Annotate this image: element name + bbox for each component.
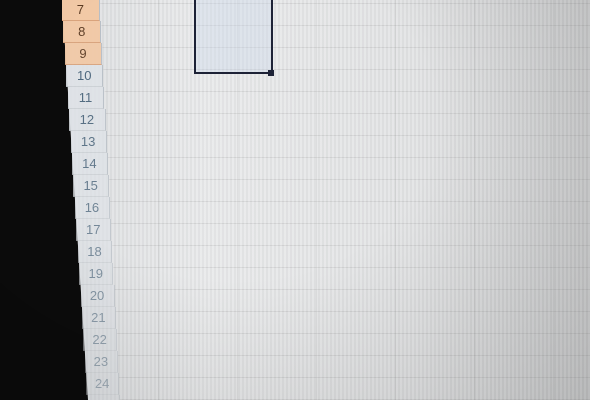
row-header-16[interactable]: 16 [74, 197, 111, 219]
row-header-10[interactable]: 10 [66, 65, 104, 87]
row-header-11[interactable]: 11 [67, 87, 105, 109]
row-header-23[interactable]: 23 [84, 351, 118, 373]
row-header-17[interactable]: 17 [76, 219, 112, 241]
row-header-14[interactable]: 14 [71, 153, 108, 175]
row-header-9[interactable]: 9 [64, 43, 103, 65]
row-header-21[interactable]: 21 [81, 307, 116, 329]
row-header-13[interactable]: 13 [70, 131, 107, 153]
row-header-22[interactable]: 22 [83, 329, 117, 351]
row-header-12[interactable]: 12 [69, 109, 106, 131]
row-header-15[interactable]: 15 [73, 175, 109, 197]
row-header-8[interactable]: 8 [63, 21, 102, 43]
selected-cell-range[interactable] [194, 0, 273, 74]
row-header-7[interactable]: 7 [61, 0, 100, 21]
row-header-19[interactable]: 19 [79, 263, 114, 285]
row-header-18[interactable]: 18 [77, 241, 113, 263]
row-header-column: 7 8 9 10 11 12 13 14 15 16 17 18 19 20 2… [0, 0, 590, 400]
row-header-20[interactable]: 20 [80, 285, 115, 307]
row-header-25[interactable]: 25 [87, 395, 121, 400]
spreadsheet-screen: 7 8 9 10 11 12 13 14 15 16 17 18 19 20 2… [0, 0, 590, 400]
fill-handle[interactable] [268, 70, 274, 76]
row-header-24[interactable]: 24 [86, 373, 120, 395]
